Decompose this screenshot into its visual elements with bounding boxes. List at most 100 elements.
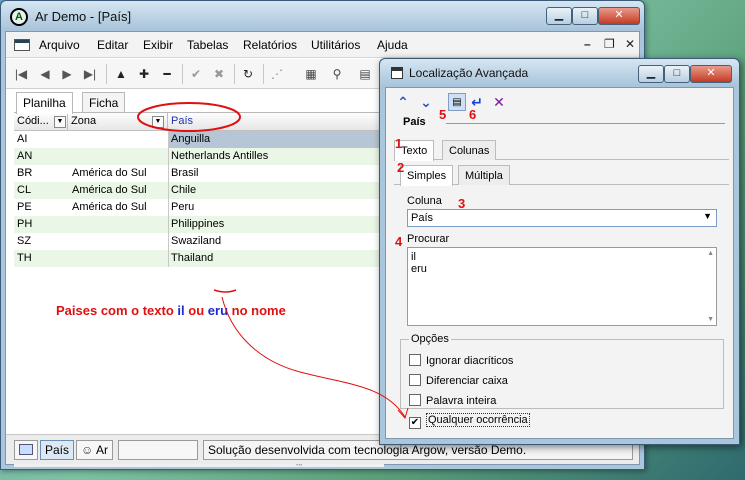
next-record-icon[interactable]: ▶ <box>58 65 76 83</box>
step-marker-6: 6 <box>469 107 477 122</box>
step-marker-2: 2 <box>397 160 405 175</box>
table-row[interactable]: BR América do Sul Brasil <box>14 165 384 182</box>
tab-multipla[interactable]: Múltipla <box>458 165 510 185</box>
mdi-close-icon[interactable]: ✕ <box>625 37 635 51</box>
cancel-icon[interactable]: ✖ <box>210 65 228 83</box>
mdi-window-icon[interactable] <box>14 39 30 51</box>
find-previous-icon[interactable]: ⌃ <box>394 93 412 111</box>
table-row[interactable]: SZ Swaziland <box>14 233 384 250</box>
cell-pais: Peru <box>171 201 195 213</box>
search-term-line: eru <box>411 263 427 275</box>
coluna-select[interactable]: País ▼ <box>407 209 717 227</box>
menu-utilitarios[interactable]: Utilitários <box>311 38 360 52</box>
scroll-down-icon[interactable]: ▼ <box>707 316 714 323</box>
delete-record-icon[interactable]: ━ <box>158 65 176 83</box>
checkbox-box[interactable] <box>409 354 421 366</box>
dropdown-arrow-icon[interactable]: ▼ <box>703 211 712 221</box>
cell-pais-bg <box>168 165 384 182</box>
step-marker-3: 3 <box>458 196 466 211</box>
status-tab-ar[interactable]: ☺ Ar <box>76 440 113 460</box>
dialog-maximize-button[interactable]: □ <box>664 65 690 83</box>
menu-arquivo[interactable]: Arquivo <box>39 38 80 52</box>
cell-codigo: AN <box>17 150 33 162</box>
data-grid[interactable]: Códi... ▼ Zona ▼ País AI Anguilla AN Nether… <box>14 112 384 430</box>
dialog-client-area: ⌃ ⌄ ▤ ↵ ✕ País Texto Colunas Simples Múl… <box>385 87 734 439</box>
cell-codigo: PE <box>17 201 32 213</box>
menu-editar[interactable]: Editar <box>97 38 128 52</box>
status-empty-field <box>118 440 198 460</box>
table-row[interactable]: TH Thailand <box>14 250 384 267</box>
opcoes-group: Opções Ignorar diacríticos Diferenciar c… <box>400 333 724 429</box>
toolbar-separator <box>182 64 183 84</box>
cell-zona: América do Sul <box>72 201 147 213</box>
table-row[interactable]: PH Philippines <box>14 216 384 233</box>
mdi-minimize-icon[interactable]: – <box>584 37 591 51</box>
minimize-button[interactable]: ▁ <box>546 7 572 25</box>
close-button[interactable]: ✕ <box>598 7 640 25</box>
table-row[interactable]: AN Netherlands Antilles <box>14 148 384 165</box>
coluna-label: Coluna <box>407 195 442 207</box>
prev-record-icon[interactable]: ◀ <box>36 65 54 83</box>
menubar: Arquivo Editar Exibir Tabelas Relatórios… <box>6 32 639 58</box>
tab-colunas[interactable]: Colunas <box>442 140 497 160</box>
column-header-pais[interactable]: País <box>168 113 384 131</box>
cell-zona: América do Sul <box>72 167 147 179</box>
status-tab-pais[interactable]: País <box>40 440 75 460</box>
ar-tab-icon: ☺ <box>81 443 94 457</box>
table-row[interactable]: CL América do Sul Chile <box>14 182 384 199</box>
checkbox-box[interactable] <box>409 374 421 386</box>
annotation-text: Paises com o texto il ou eru no nome <box>56 303 286 318</box>
toolbar-separator <box>106 64 107 84</box>
cell-pais: Philippines <box>171 218 225 230</box>
checkbox-qualquer-ocorrencia[interactable]: ✔ Qualquer ocorrência <box>409 413 530 429</box>
scroll-up-icon[interactable]: ▲ <box>707 250 714 257</box>
filter-toggle-icon[interactable]: ▤ <box>448 93 466 111</box>
refresh-icon[interactable]: ↻ <box>239 65 257 83</box>
table-row[interactable]: AI Anguilla <box>14 131 384 148</box>
cell-codigo: PH <box>17 218 33 230</box>
tab-simples[interactable]: Simples <box>400 165 454 186</box>
status-window-icon[interactable] <box>14 440 38 460</box>
checkbox-diferenciar-caixa[interactable]: Diferenciar caixa <box>409 374 508 387</box>
advanced-find-dialog: Localização Avançada ▁ □ ✕ ⌃ ⌄ ▤ ↵ ✕ Paí… <box>379 58 740 445</box>
checkbox-ignorar-diacriticos[interactable]: Ignorar diacríticos <box>409 354 513 367</box>
mdi-restore-icon[interactable]: ❐ <box>604 37 615 51</box>
tab-ficha[interactable]: Ficha <box>82 92 126 112</box>
column-filter-dropdown-icon[interactable]: ▼ <box>152 116 164 128</box>
column-filter-dropdown-icon[interactable]: ▼ <box>54 116 66 128</box>
dialog-minimize-button[interactable]: ▁ <box>638 65 664 83</box>
clear-filter-icon[interactable]: ✕ <box>490 93 508 111</box>
cell-codigo: TH <box>17 252 32 264</box>
add-record-icon[interactable]: ✚ <box>135 65 153 83</box>
menu-tabelas[interactable]: Tabelas <box>187 38 228 52</box>
cell-pais: Netherlands Antilles <box>171 150 269 162</box>
step-marker-1: 1 <box>395 136 403 151</box>
move-up-icon[interactable]: ▲ <box>112 65 130 83</box>
cell-codigo: SZ <box>17 235 32 247</box>
menu-ajuda[interactable]: Ajuda <box>377 38 408 52</box>
binoculars-icon[interactable]: ⚲ <box>328 65 346 83</box>
outer-tabs: Texto Colunas <box>394 140 729 161</box>
print-icon[interactable]: ▤ <box>356 65 374 83</box>
cell-pais: Thailand <box>171 252 214 264</box>
menu-exibir[interactable]: Exibir <box>143 38 173 52</box>
first-record-icon[interactable]: |◀ <box>12 65 30 83</box>
table-row[interactable]: PE América do Sul Peru <box>14 199 384 216</box>
dialog-close-button[interactable]: ✕ <box>690 65 732 83</box>
checkbox-palavra-inteira[interactable]: Palavra inteira <box>409 394 496 407</box>
cell-pais: Brasil <box>171 167 199 179</box>
grid-view-icon[interactable]: ▦ <box>302 65 320 83</box>
checkbox-box[interactable]: ✔ <box>409 417 421 429</box>
find-next-icon[interactable]: ⌄ <box>417 93 435 111</box>
dialog-titlebar[interactable]: Localização Avançada ▁ □ ✕ <box>380 59 739 87</box>
last-record-icon[interactable]: ▶| <box>81 65 99 83</box>
menu-relatorios[interactable]: Relatórios <box>243 38 297 52</box>
filter-icon[interactable]: ⋰ <box>268 65 286 83</box>
confirm-icon[interactable]: ✔ <box>187 65 205 83</box>
main-titlebar[interactable]: A Ar Demo - [País] ▁ □ ✕ <box>1 1 644 31</box>
checkbox-box[interactable] <box>409 394 421 406</box>
tab-planilha[interactable]: Planilha <box>16 92 73 114</box>
grid-header: Códi... ▼ Zona ▼ País <box>14 113 384 131</box>
procurar-textarea[interactable]: il eru ▲ ▼ <box>407 247 717 326</box>
maximize-button[interactable]: □ <box>572 7 598 25</box>
